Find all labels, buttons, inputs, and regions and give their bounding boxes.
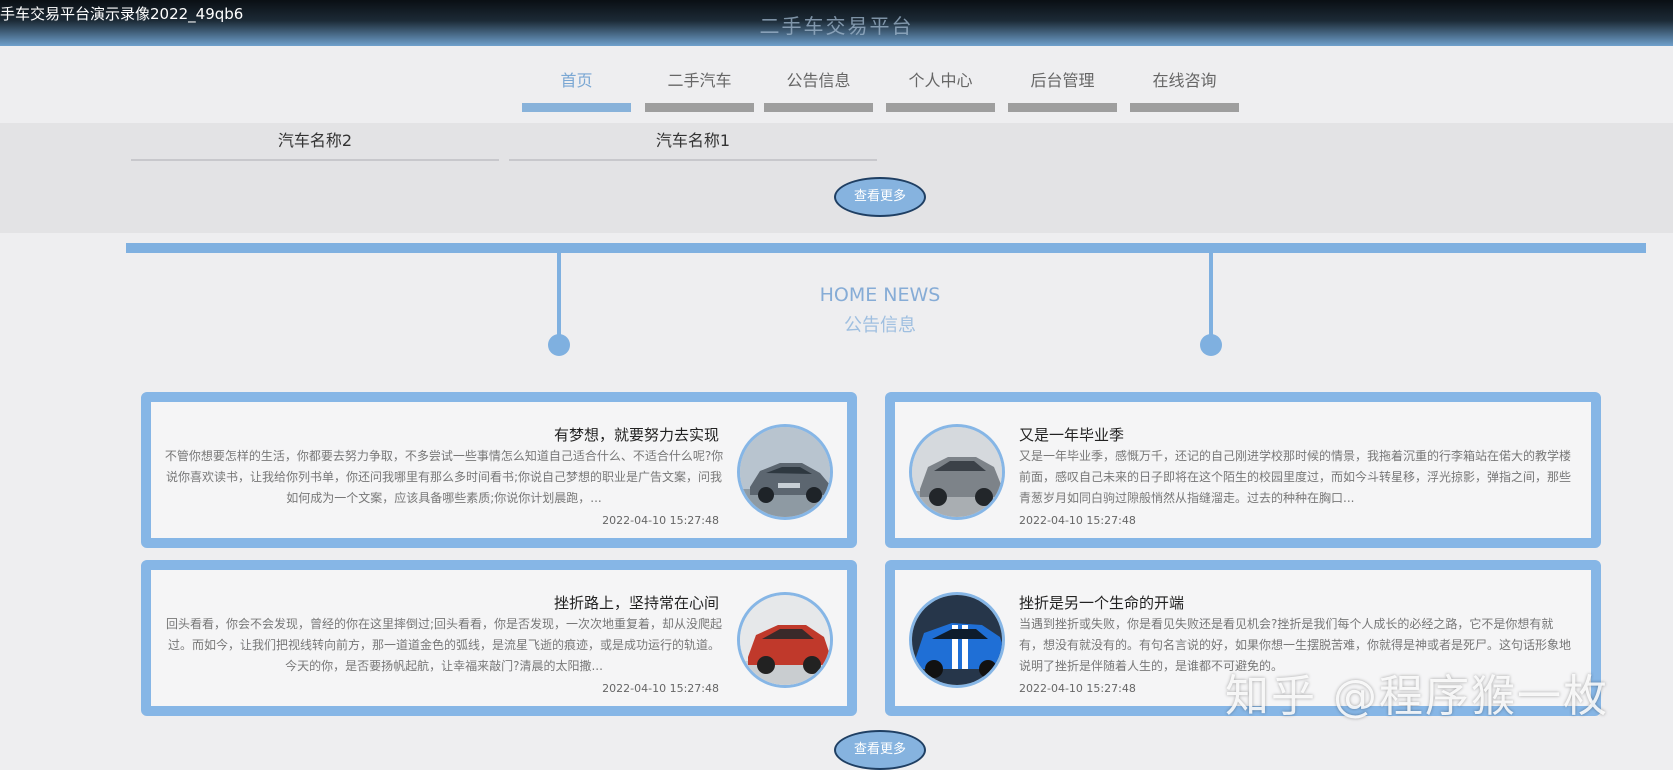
nav-item-label: 首页	[560, 71, 593, 90]
news-rail	[126, 243, 1646, 253]
news-card-date: 2022-04-10 15:27:48	[602, 682, 719, 695]
cars-more-button[interactable]: 查看更多	[834, 177, 926, 217]
nav-item-underline	[764, 103, 873, 112]
news-card-date: 2022-04-10 15:27:48	[602, 514, 719, 527]
news-card-excerpt: 又是一年毕业季，感慨万千，还记的自己刚进学校那时候的情景，我拖着沉重的行李箱站在…	[1019, 449, 1572, 505]
nav-item-underline	[522, 103, 631, 112]
main-nav: 首页 二手汽车 公告信息 个人中心 后台管理 在线咨询	[0, 66, 1673, 112]
news-heading-cn: 公告信息	[844, 315, 916, 336]
news-card-title: 挫折是另一个生命的开端	[1019, 594, 1185, 612]
car-photo-icon	[740, 595, 830, 685]
nav-item-personal-center[interactable]: 个人中心	[886, 66, 995, 112]
title-bar: 手车交易平台演示录像2022_49qb6 二手车交易平台	[0, 0, 1673, 46]
rail-dot	[548, 334, 570, 356]
car-photo-icon	[912, 427, 1002, 517]
nav-item-home[interactable]: 首页	[522, 66, 631, 112]
car-photo-icon	[740, 427, 830, 517]
car-item-name[interactable]: 汽车名称2	[131, 130, 499, 161]
news-card-date: 2022-04-10 15:27:48	[1019, 682, 1136, 695]
news-card[interactable]: 挫折路上，坚持常在心间 回头看看，你会不会发现，曾经的你在这里摔倒过;回头看看，…	[141, 560, 857, 716]
news-card-title: 挫折路上，坚持常在心间	[553, 594, 719, 612]
news-card-title: 又是一年毕业季	[1019, 426, 1125, 444]
nav-item-admin[interactable]: 后台管理	[1008, 66, 1117, 112]
news-card[interactable]: 有梦想，就要努力去实现 不管你想要怎样的生活，你都要去努力争取，不多尝试一些事情…	[141, 392, 857, 548]
nav-item-underline	[886, 103, 995, 112]
nav-item-announcements[interactable]: 公告信息	[764, 66, 873, 112]
news-card-excerpt: 回头看看，你会不会发现，曾经的你在这里摔倒过;回头看看，你是否发现，一次次地重复…	[165, 617, 723, 673]
nav-item-underline	[645, 103, 754, 112]
car-item-name[interactable]: 汽车名称1	[509, 130, 877, 161]
nav-item-online-consult[interactable]: 在线咨询	[1130, 66, 1239, 112]
nav-item-label: 后台管理	[1030, 71, 1095, 90]
zhihu-watermark: 知乎 @程序猴一枚	[1225, 671, 1609, 722]
nav-item-underline	[1008, 103, 1117, 112]
grey-suv-thumbnail	[909, 424, 1005, 520]
nav-item-label: 在线咨询	[1152, 71, 1217, 90]
news-card[interactable]: 又是一年毕业季 又是一年毕业季，感慨万千，还记的自己刚进学校那时候的情景，我拖着…	[885, 392, 1601, 548]
news-card-excerpt: 不管你想要怎样的生活，你都要去努力争取，不多尝试一些事情怎么知道自己适合什么、不…	[164, 449, 724, 505]
nav-item-used-cars[interactable]: 二手汽车	[645, 66, 754, 112]
nav-item-label: 个人中心	[908, 71, 973, 90]
nav-item-underline	[1130, 103, 1239, 112]
car-photo-icon	[912, 595, 1002, 685]
red-suv-thumbnail	[737, 592, 833, 688]
blue-mustang-thumbnail	[909, 592, 1005, 688]
site-title: 二手车交易平台	[759, 14, 914, 38]
silver-sedan-thumbnail	[737, 424, 833, 520]
news-more-button[interactable]: 查看更多	[834, 730, 926, 770]
news-card-date: 2022-04-10 15:27:48	[1019, 514, 1136, 527]
nav-item-label: 公告信息	[786, 71, 851, 90]
news-heading-en: HOME NEWS	[819, 284, 941, 306]
rail-dot	[1200, 334, 1222, 356]
nav-item-label: 二手汽车	[667, 71, 732, 90]
news-card-title: 有梦想，就要努力去实现	[553, 426, 719, 444]
